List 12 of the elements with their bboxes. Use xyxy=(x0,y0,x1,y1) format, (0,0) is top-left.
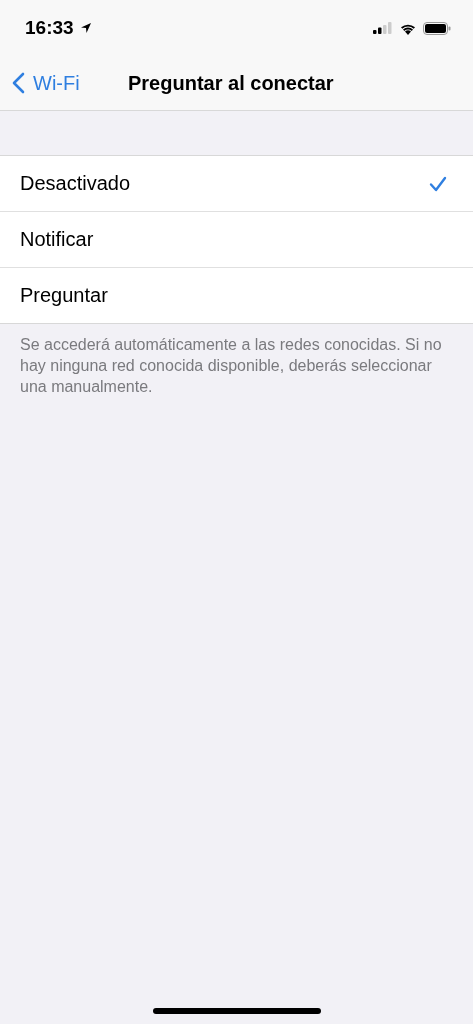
signal-icon xyxy=(373,22,393,34)
battery-icon xyxy=(423,21,451,35)
back-button[interactable]: Wi-Fi xyxy=(0,71,80,95)
footer-note: Se accederá automáticamente a las redes conocidas. Si no hay ninguna red conocida disponible, deberás seleccionar una manualmente. xyxy=(20,335,443,397)
chevron-left-icon xyxy=(12,72,25,94)
status-time: 16:33 xyxy=(25,17,74,39)
checkmark-icon xyxy=(429,175,447,192)
location-arrow-icon xyxy=(79,22,92,34)
option-row[interactable]: Notificar xyxy=(0,211,473,267)
option-row[interactable]: Desactivado xyxy=(0,156,473,211)
page-title: Preguntar al conectar xyxy=(128,71,334,95)
option-row[interactable]: Preguntar xyxy=(0,267,473,323)
